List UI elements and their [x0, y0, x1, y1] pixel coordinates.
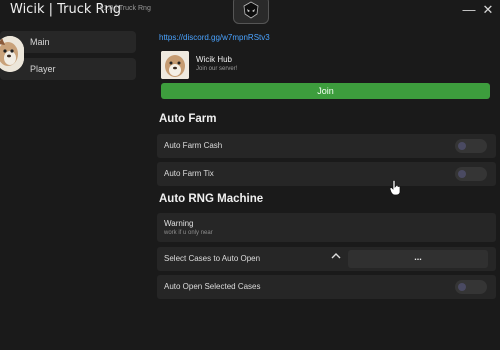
chevron-up-icon[interactable] [331, 252, 341, 262]
hub-invite-card: Wicik Hub Join our server! [159, 50, 492, 82]
discord-link[interactable]: https://discord.gg/w7mpnRStv3 [159, 33, 270, 42]
section-title-auto-rng: Auto RNG Machine [159, 193, 264, 205]
row-label: Auto Open Selected Cases [164, 282, 261, 291]
minimize-button[interactable]: — [462, 2, 476, 18]
avatar [0, 36, 24, 72]
warning-row: Warning work if u only near [157, 213, 496, 242]
title-bar: Wicik | Truck Rng v1.0 | Truck Rng — ✕ [0, 0, 500, 24]
sidebar-item-label: Main [30, 37, 50, 47]
auto-farm-tix-row[interactable]: Auto Farm Tix [157, 162, 496, 186]
hub-logo-icon[interactable] [233, 0, 269, 24]
hub-avatar [161, 51, 189, 79]
hub-description: Join our server! [196, 66, 238, 72]
auto-farm-cash-toggle[interactable] [455, 139, 487, 153]
window-subtitle: v1.0 | Truck Rng [100, 5, 151, 12]
toggle-knob [458, 170, 466, 178]
row-label: Auto Farm Tix [164, 169, 214, 178]
mouse-cursor-icon [389, 179, 402, 201]
toggle-knob [458, 283, 466, 291]
join-button[interactable]: Join [161, 83, 490, 99]
auto-farm-tix-toggle[interactable] [455, 167, 487, 181]
auto-open-toggle[interactable] [455, 280, 487, 294]
hub-name: Wicik Hub [196, 55, 233, 64]
select-cases-dropdown[interactable]: ... [348, 250, 488, 268]
row-label: Select Cases to Auto Open [164, 254, 261, 263]
section-title-auto-farm: Auto Farm [159, 113, 217, 125]
select-cases-row[interactable]: Select Cases to Auto Open ... [157, 247, 496, 271]
auto-farm-cash-row[interactable]: Auto Farm Cash [157, 134, 496, 158]
warning-title: Warning [164, 219, 194, 228]
auto-open-row[interactable]: Auto Open Selected Cases [157, 275, 496, 299]
row-label: Auto Farm Cash [164, 141, 223, 150]
close-button[interactable]: ✕ [481, 2, 495, 18]
sidebar-item-label: Player [30, 64, 56, 74]
warning-text: work if u only near [164, 230, 213, 236]
toggle-knob [458, 142, 466, 150]
